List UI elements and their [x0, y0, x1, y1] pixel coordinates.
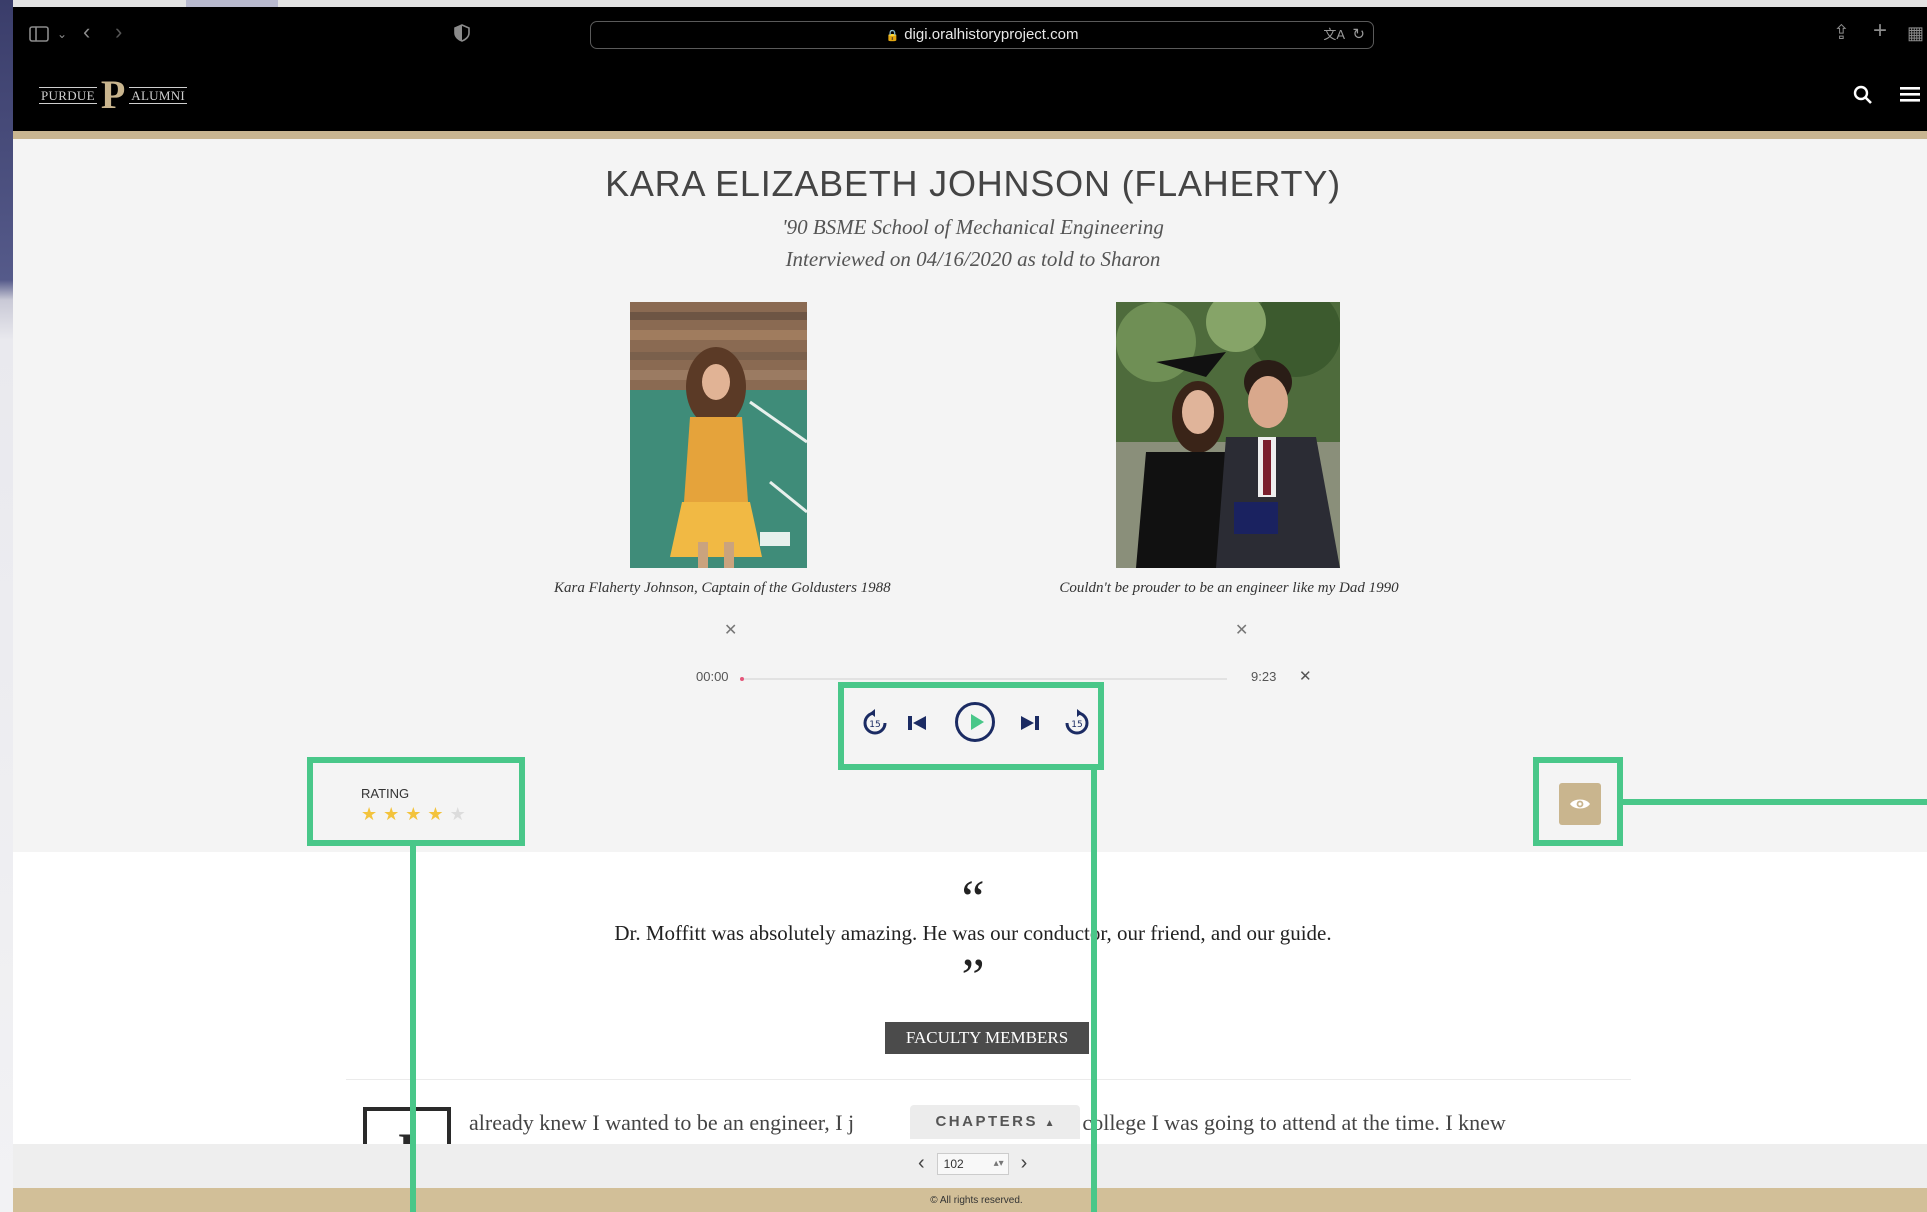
- star-icon[interactable]: ★: [383, 804, 405, 824]
- close-photo-2-icon[interactable]: ✕: [1235, 620, 1248, 640]
- photo-caption-2: Couldn't be prouder to be an engineer li…: [1059, 580, 1399, 596]
- forward-icon[interactable]: ›: [115, 21, 122, 43]
- header-gold-rule: [13, 131, 1927, 139]
- next-page-icon[interactable]: ›: [1021, 1152, 1028, 1175]
- photo-caption-1: Kara Flaherty Johnson, Captain of the Go…: [554, 580, 891, 596]
- degree-line: '90 BSME School of Mechanical Engineerin…: [782, 215, 1164, 239]
- play-button[interactable]: [955, 702, 995, 742]
- footer: © All rights reserved.: [13, 1188, 1927, 1212]
- eye-icon: [1570, 799, 1590, 809]
- next-track-icon[interactable]: [1019, 708, 1041, 744]
- annotation-line-controls: [1091, 770, 1097, 1212]
- stepper-icon[interactable]: ▴▾: [994, 1154, 1004, 1174]
- prev-page-icon[interactable]: ‹: [918, 1152, 925, 1175]
- pull-quote: Dr. Moffitt was absolutely amazing. He w…: [614, 921, 1332, 945]
- reload-icon[interactable]: ↻: [1352, 22, 1365, 48]
- rating-panel: RATING ★★★★★: [307, 757, 525, 846]
- story-text-end: what college I was going to attend at th…: [1034, 1110, 1506, 1135]
- audio-duration: 9:23: [1251, 669, 1277, 684]
- chapters-label: CHAPTERS: [935, 1113, 1038, 1130]
- site-header: PURDUE P ALUMNI: [13, 65, 1927, 131]
- page-title: KARA ELIZABETH JOHNSON (FLAHERTY): [605, 163, 1341, 204]
- new-tab-icon[interactable]: +: [1873, 19, 1887, 43]
- open-quote-mark: “: [961, 871, 985, 928]
- star-icon[interactable]: ★: [427, 804, 449, 824]
- quote-tag[interactable]: FACULTY MEMBERS: [885, 1022, 1089, 1054]
- browser-toolbar: ⌄ ‹ › 🔒 digi.oralhistoryproject.com 文A ↻ …: [13, 7, 1927, 65]
- eye-button[interactable]: [1559, 783, 1601, 825]
- pager: ‹ 102 ▴▾ ›: [918, 1152, 1027, 1175]
- menu-icon[interactable]: [1899, 85, 1921, 107]
- purdue-alumni-logo[interactable]: PURDUE P ALUMNI: [39, 72, 188, 117]
- logo-word-alumni: ALUMNI: [129, 86, 188, 104]
- tab-strip: [13, 0, 1927, 7]
- star-icon[interactable]: ★: [361, 804, 383, 824]
- annotation-line-eye: [1623, 799, 1927, 805]
- chevron-up-icon: ▲: [1044, 1118, 1055, 1129]
- close-quote-mark: ”: [961, 949, 985, 1006]
- active-tab-indicator[interactable]: [186, 0, 278, 7]
- close-player-icon[interactable]: ✕: [1299, 667, 1312, 685]
- audio-progress-track[interactable]: [741, 678, 1227, 680]
- chevron-down-icon[interactable]: ⌄: [57, 23, 67, 45]
- share-icon[interactable]: ⇪: [1833, 22, 1850, 44]
- tab-overview-icon[interactable]: ▦: [1907, 22, 1924, 44]
- interview-line: Interviewed on 04/16/2020 as told to Sha…: [785, 247, 1161, 271]
- star-icon[interactable]: ★: [405, 804, 427, 824]
- annotation-line-rating: [410, 846, 416, 1212]
- forward-15-icon[interactable]: 15: [1062, 708, 1092, 744]
- previous-track-icon[interactable]: [906, 708, 928, 744]
- view-toggle-panel: [1533, 757, 1623, 846]
- chapters-button[interactable]: CHAPTERS ▲: [910, 1105, 1080, 1139]
- search-icon[interactable]: [1853, 85, 1873, 109]
- page-number-input[interactable]: 102 ▴▾: [936, 1152, 1009, 1175]
- story-text-start: already knew I wanted to be an engineer,…: [469, 1110, 855, 1135]
- address-bar[interactable]: 🔒 digi.oralhistoryproject.com 文A ↻: [590, 21, 1374, 49]
- privacy-shield-icon[interactable]: [454, 24, 470, 46]
- photo-graduation[interactable]: [1116, 302, 1340, 568]
- close-photo-1-icon[interactable]: ✕: [724, 620, 737, 640]
- player-controls: 15 15: [838, 682, 1104, 770]
- sidebar-toggle-icon[interactable]: [29, 24, 49, 46]
- photo-goldusters[interactable]: [630, 302, 807, 568]
- svg-text:15: 15: [1071, 720, 1082, 730]
- url-text: digi.oralhistoryproject.com: [904, 26, 1079, 43]
- section-divider: [346, 1079, 1631, 1080]
- desktop-background: [0, 0, 13, 1212]
- audio-progress-handle[interactable]: [740, 677, 744, 681]
- quote-section: “ Dr. Moffitt was absolutely amazing. He…: [13, 852, 1927, 1197]
- pagination-bar: ‹ 102 ▴▾ ›: [13, 1144, 1927, 1188]
- star-icon[interactable]: ★: [450, 804, 472, 824]
- page-number-value: 102: [943, 1156, 964, 1171]
- logo-mark: P: [100, 72, 126, 117]
- logo-word-purdue: PURDUE: [39, 86, 97, 104]
- translate-icon[interactable]: 文A: [1323, 22, 1345, 48]
- lock-icon: 🔒: [885, 30, 900, 42]
- back-icon[interactable]: ‹: [83, 21, 90, 43]
- copyright-text: © All rights reserved.: [930, 1195, 1023, 1206]
- audio-current-time: 00:00: [696, 669, 729, 684]
- svg-text:15: 15: [869, 720, 880, 730]
- rating-label: RATING: [361, 786, 410, 801]
- rewind-15-icon[interactable]: 15: [860, 708, 890, 744]
- browser-window: ⌄ ‹ › 🔒 digi.oralhistoryproject.com 文A ↻ …: [13, 0, 1927, 1212]
- rating-stars[interactable]: ★★★★★: [361, 804, 472, 825]
